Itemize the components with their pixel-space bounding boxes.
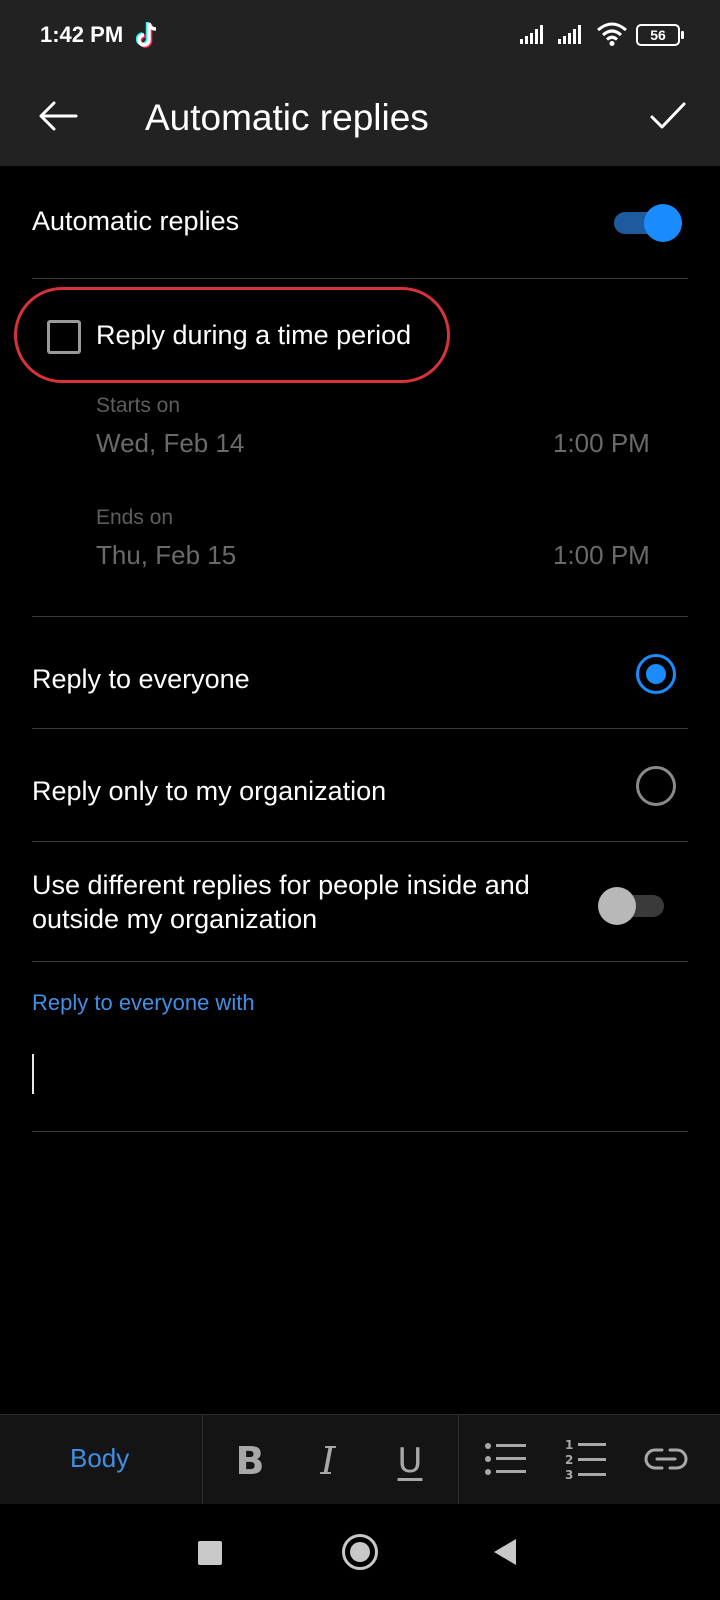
different-replies-label-line2: outside my organization xyxy=(32,904,318,934)
checkmark-icon xyxy=(649,101,687,136)
divider xyxy=(32,961,688,962)
arrow-left-icon xyxy=(38,101,78,136)
save-button[interactable] xyxy=(640,90,696,146)
italic-button[interactable]: I xyxy=(302,1435,354,1487)
toolbar-separator xyxy=(458,1415,459,1505)
back-triangle-icon[interactable] xyxy=(494,1539,516,1565)
reply-organization-radio[interactable] xyxy=(636,766,676,806)
reply-message-input[interactable] xyxy=(32,1036,688,1126)
toolbar-separator xyxy=(202,1415,203,1505)
starts-on-label: Starts on xyxy=(96,394,181,417)
text-style-button[interactable]: Body xyxy=(70,1443,129,1474)
end-date[interactable]: Thu, Feb 15 xyxy=(96,540,236,571)
bold-button[interactable]: B xyxy=(224,1435,276,1487)
divider xyxy=(32,616,688,617)
svg-text:1: 1 xyxy=(565,1438,573,1452)
bold-icon: B xyxy=(235,1439,265,1483)
bulleted-list-button[interactable] xyxy=(480,1435,532,1487)
numbered-list-button[interactable]: 1 2 3 xyxy=(560,1435,612,1487)
format-toolbar: Body B I U 1 2 3 xyxy=(0,1414,720,1505)
ends-on-label: Ends on xyxy=(96,506,174,529)
auto-replies-label: Automatic replies xyxy=(32,206,240,236)
different-replies-toggle[interactable] xyxy=(598,886,668,926)
system-nav-bar xyxy=(0,1504,720,1600)
underline-button[interactable]: U xyxy=(384,1435,436,1487)
app-header: Automatic replies xyxy=(0,70,720,166)
bulleted-list-icon xyxy=(484,1441,528,1482)
signal-icon xyxy=(558,24,588,49)
divider xyxy=(32,728,688,729)
toggle-knob xyxy=(644,204,682,242)
wifi-icon xyxy=(596,22,628,51)
tiktok-icon xyxy=(135,20,162,50)
end-time[interactable]: 1:00 PM xyxy=(553,540,650,571)
home-circle-icon[interactable] xyxy=(342,1534,378,1570)
reply-message-label: Reply to everyone with xyxy=(32,990,255,1015)
different-replies-label-line1: Use different replies for people inside … xyxy=(32,870,530,900)
italic-icon: I xyxy=(320,1439,336,1483)
recents-square-icon[interactable] xyxy=(198,1541,222,1565)
reply-everyone-radio[interactable] xyxy=(636,654,676,694)
status-bar: 1:42 PM 56 xyxy=(0,0,720,70)
status-time: 1:42 PM xyxy=(40,22,124,47)
reply-everyone-label[interactable]: Reply to everyone xyxy=(32,664,250,695)
divider xyxy=(32,841,688,842)
signal-icon xyxy=(520,24,550,49)
svg-text:3: 3 xyxy=(565,1468,573,1481)
back-button[interactable] xyxy=(30,90,86,146)
time-period-label[interactable]: Reply during a time period xyxy=(96,320,411,351)
link-button[interactable] xyxy=(640,1435,692,1487)
page-title: Automatic replies xyxy=(145,97,429,138)
numbered-list-icon: 1 2 3 xyxy=(564,1437,608,1486)
time-period-checkbox[interactable] xyxy=(47,320,81,354)
link-icon xyxy=(644,1445,688,1478)
battery-icon: 56 xyxy=(636,24,684,46)
divider xyxy=(32,278,688,279)
toggle-knob xyxy=(598,887,636,925)
start-time[interactable]: 1:00 PM xyxy=(553,428,650,459)
underline-icon: U xyxy=(397,1441,423,1481)
auto-replies-toggle[interactable] xyxy=(614,204,682,242)
svg-text:2: 2 xyxy=(565,1453,573,1467)
start-date[interactable]: Wed, Feb 14 xyxy=(96,428,244,459)
divider xyxy=(32,1131,688,1132)
reply-organization-label[interactable]: Reply only to my organization xyxy=(32,776,386,807)
